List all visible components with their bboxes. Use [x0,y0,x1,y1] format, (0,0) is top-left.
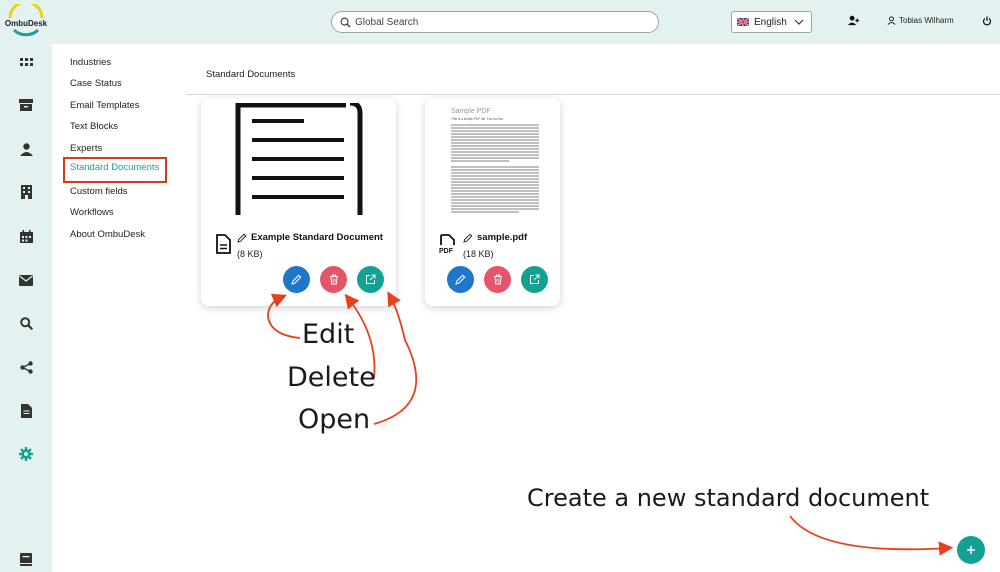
top-bar: OmbuDesk English Tobias Wilharm [0,0,1000,44]
search-icon [340,17,351,28]
document-preview-icon [235,103,362,215]
document-thumbnail[interactable] [201,98,396,220]
document-name: Example Standard Document [251,232,383,243]
chevron-down-icon [794,19,804,25]
nav-item-workflows[interactable]: Workflows [63,202,173,223]
gear-icon[interactable] [18,446,34,462]
pdf-preview-title: Sample PDF [451,108,491,115]
nav-item-standard-documents[interactable]: Standard Documents [63,156,167,183]
document-name: sample.pdf [477,232,528,243]
annotation-create: Create a new standard document [527,484,930,512]
pdf-preview: Sample PDF This is a simple PDF file. Fu… [451,108,539,213]
document-size: (8 KB) [237,249,263,259]
uk-flag-icon [737,18,749,26]
pencil-icon [455,274,466,285]
divider [186,94,1000,95]
power-icon[interactable] [982,16,992,26]
document-size: (18 KB) [463,249,494,259]
apps-grid-icon[interactable] [18,54,34,70]
add-document-button[interactable] [957,536,985,564]
ombudesk-logo[interactable]: OmbuDesk [2,0,50,40]
pdf-icon: PDF [439,234,455,254]
document-card[interactable]: Example Standard Document (8 KB) [201,98,396,306]
external-link-icon [366,274,376,284]
nav-item-industries[interactable]: Industries [63,52,173,73]
trash-icon [493,274,502,285]
pdf-thumbnail[interactable]: Sample PDF This is a simple PDF file. Fu… [425,98,560,220]
logo-text: OmbuDesk [5,19,48,28]
svg-text:PDF: PDF [439,248,454,254]
archive-icon[interactable] [18,97,34,113]
settings-nav: Industries Case Status Email Templates T… [63,52,173,245]
add-user-icon[interactable] [847,14,860,27]
annotation-open: Open [298,404,371,435]
delete-button[interactable] [320,266,347,293]
pencil-icon[interactable] [463,233,473,243]
page-title: Standard Documents [206,69,296,80]
document-icon [216,234,231,254]
left-rail [0,44,52,572]
language-label: English [754,16,787,28]
global-search[interactable] [331,11,659,33]
open-button[interactable] [521,266,548,293]
nav-item-text-blocks[interactable]: Text Blocks [63,116,173,137]
nav-item-about[interactable]: About OmbuDesk [63,224,173,245]
file-icon[interactable] [18,403,34,419]
pdf-preview-subtitle: This is a simple PDF file. Fun fun fun. [451,117,504,121]
pdf-text-lines [451,124,539,213]
open-button[interactable] [357,266,384,293]
search-input[interactable] [355,16,645,28]
delete-button[interactable] [484,266,511,293]
document-card[interactable]: Sample PDF This is a simple PDF file. Fu… [425,98,560,306]
annotation-edit: Edit [302,319,355,350]
external-link-icon [530,274,540,284]
edit-button[interactable] [447,266,474,293]
pencil-icon [291,274,302,285]
nav-item-custom-fields[interactable]: Custom fields [63,181,173,202]
building-icon[interactable] [18,184,34,200]
user-menu[interactable]: Tobias Wilharm [887,16,954,25]
user-icon [887,16,896,25]
mail-icon[interactable] [18,272,34,288]
plus-icon [967,546,975,554]
edit-button[interactable] [283,266,310,293]
search-icon[interactable] [18,315,34,331]
trash-icon [329,274,338,285]
book-icon[interactable] [18,551,34,567]
user-name: Tobias Wilharm [899,16,954,25]
annotation-delete: Delete [287,362,376,393]
share-icon[interactable] [18,359,34,375]
nav-item-email-templates[interactable]: Email Templates [63,95,173,116]
calendar-icon[interactable] [18,228,34,244]
nav-item-case-status[interactable]: Case Status [63,73,173,94]
pencil-icon[interactable] [237,233,247,243]
language-select[interactable]: English [731,11,812,33]
person-icon[interactable] [18,141,34,157]
nav-item-experts[interactable]: Experts [63,138,173,159]
